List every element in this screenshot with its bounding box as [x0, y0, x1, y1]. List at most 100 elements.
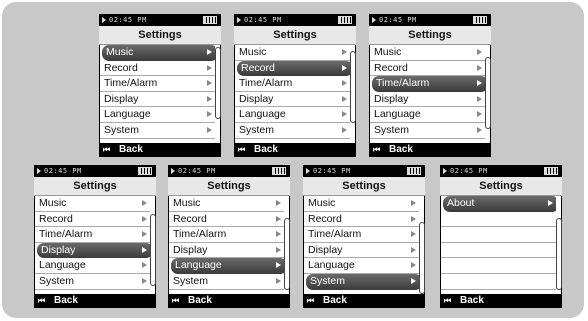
menu-item[interactable]: Music: [235, 45, 355, 61]
menu-item-label: Music: [239, 46, 267, 58]
chevron-right-icon: [276, 246, 281, 253]
chevron-right-icon: [207, 126, 212, 133]
menu-item[interactable]: Language: [304, 258, 424, 274]
device-screen: 02:45 PM Settings Music Record Time/Alarm Dis…: [168, 165, 290, 308]
menu-item[interactable]: Display: [37, 242, 153, 259]
menu-item[interactable]: Music: [102, 45, 218, 61]
battery-icon: [407, 167, 421, 175]
menu-item[interactable]: Record: [370, 61, 490, 77]
scrollbar-thumb[interactable]: [485, 57, 491, 129]
menu-item[interactable]: System: [235, 123, 355, 139]
back-button[interactable]: Back: [119, 143, 143, 157]
chevron-right-icon: [276, 200, 281, 206]
stage: 02:45 PM Settings Music Record Time/Alarm Dis…: [0, 0, 588, 321]
battery-icon: [138, 167, 152, 175]
back-button[interactable]: Back: [389, 143, 413, 157]
menu-item[interactable]: Display: [304, 243, 424, 259]
menu-item-label: Time/Alarm: [239, 77, 293, 90]
battery-icon: [473, 16, 487, 24]
back-button[interactable]: Back: [460, 294, 484, 308]
menu-item-label: Music: [106, 46, 134, 58]
menu-item[interactable]: Language: [171, 258, 287, 274]
menu-item[interactable]: Display: [100, 92, 220, 108]
chevron-right-icon: [477, 95, 482, 102]
menu-item[interactable]: System: [35, 274, 155, 290]
back-button[interactable]: Back: [188, 294, 212, 308]
status-bar: 02:45 PM: [234, 14, 356, 26]
battery-icon: [544, 167, 558, 175]
device-screen: 02:45 PM Settings Music Record Time/Alarm Dis…: [369, 14, 491, 157]
menu-item[interactable]: Music: [35, 196, 155, 212]
back-button[interactable]: Back: [254, 143, 278, 157]
scrollbar-thumb[interactable]: [419, 222, 425, 294]
scrollbar-thumb[interactable]: [215, 47, 221, 119]
menu-item[interactable]: Time/Alarm: [235, 76, 355, 92]
menu-item-label: Display: [41, 243, 76, 256]
chevron-right-icon: [142, 215, 147, 222]
chevron-right-icon: [477, 64, 482, 71]
back-button[interactable]: Back: [54, 294, 78, 308]
skip-back-icon: ⏮: [307, 296, 315, 305]
menu-item[interactable]: Time/Alarm: [372, 76, 488, 92]
status-bar: 02:45 PM: [34, 165, 156, 177]
menu-item[interactable]: Record: [100, 61, 220, 77]
bottom-bar: ⏮ Back: [369, 143, 491, 157]
menu-item[interactable]: System: [370, 123, 490, 139]
menu-item-label: Music: [173, 197, 201, 209]
scrollbar-thumb[interactable]: [150, 214, 156, 286]
back-button[interactable]: Back: [323, 294, 347, 308]
menu-item-label: Time/Alarm: [39, 228, 93, 241]
status-bar: 02:45 PM: [303, 165, 425, 177]
menu-item[interactable]: Language: [235, 107, 355, 123]
menu-item[interactable]: Record: [237, 60, 353, 77]
menu-item[interactable]: Music: [370, 45, 490, 61]
menu-item[interactable]: Music: [304, 196, 424, 212]
chevron-right-icon: [342, 111, 347, 118]
clock-time: 02:45 PM: [450, 167, 488, 175]
chevron-right-icon: [477, 126, 482, 133]
status-bar: 02:45 PM: [168, 165, 290, 177]
menu-item: [441, 258, 561, 274]
battery-icon: [338, 16, 352, 24]
menu-item-label: System: [239, 123, 275, 136]
chevron-right-icon: [477, 80, 482, 87]
menu-item[interactable]: Time/Alarm: [169, 227, 289, 243]
menu-item[interactable]: System: [100, 123, 220, 139]
battery-icon: [272, 167, 286, 175]
chevron-right-icon: [207, 95, 212, 102]
menu-item[interactable]: About: [443, 196, 559, 212]
menu-item[interactable]: System: [306, 273, 422, 290]
menu-item[interactable]: Display: [370, 92, 490, 108]
menu-item[interactable]: Language: [35, 258, 155, 274]
chevron-right-icon: [411, 231, 416, 238]
menu-item[interactable]: Time/Alarm: [35, 227, 155, 243]
menu-item[interactable]: Display: [169, 243, 289, 259]
scrollbar-thumb[interactable]: [284, 218, 290, 290]
chevron-right-icon: [276, 262, 281, 269]
skip-back-icon: ⏮: [172, 296, 180, 305]
menu-item[interactable]: Record: [169, 212, 289, 228]
play-icon: [171, 168, 175, 174]
menu-item-label: Display: [239, 92, 274, 105]
chevron-right-icon: [342, 49, 347, 55]
menu-item[interactable]: Language: [370, 107, 490, 123]
scrollbar-thumb[interactable]: [350, 51, 356, 123]
clock-time: 02:45 PM: [313, 167, 351, 175]
chevron-right-icon: [142, 246, 147, 253]
menu-item-label: Record: [173, 212, 207, 225]
menu-item[interactable]: Time/Alarm: [304, 227, 424, 243]
menu-item[interactable]: System: [169, 274, 289, 290]
menu-item[interactable]: Language: [100, 107, 220, 123]
screen-title: Settings: [408, 29, 452, 41]
menu-item[interactable]: Record: [35, 212, 155, 228]
menu-item[interactable]: Music: [169, 196, 289, 212]
menu-item[interactable]: Time/Alarm: [100, 76, 220, 92]
title-bar: Settings: [168, 177, 290, 196]
menu-item[interactable]: Display: [235, 92, 355, 108]
battery-icon: [203, 16, 217, 24]
scrollbar-thumb[interactable]: [556, 218, 562, 290]
menu-list: Music Record Time/Alarm Display Language Syst…: [370, 45, 490, 143]
menu-item[interactable]: Record: [304, 212, 424, 228]
device-screen: 02:45 PM Settings Music Record Time/Alarm Dis…: [99, 14, 221, 157]
menu-item-label: Time/Alarm: [308, 228, 362, 241]
